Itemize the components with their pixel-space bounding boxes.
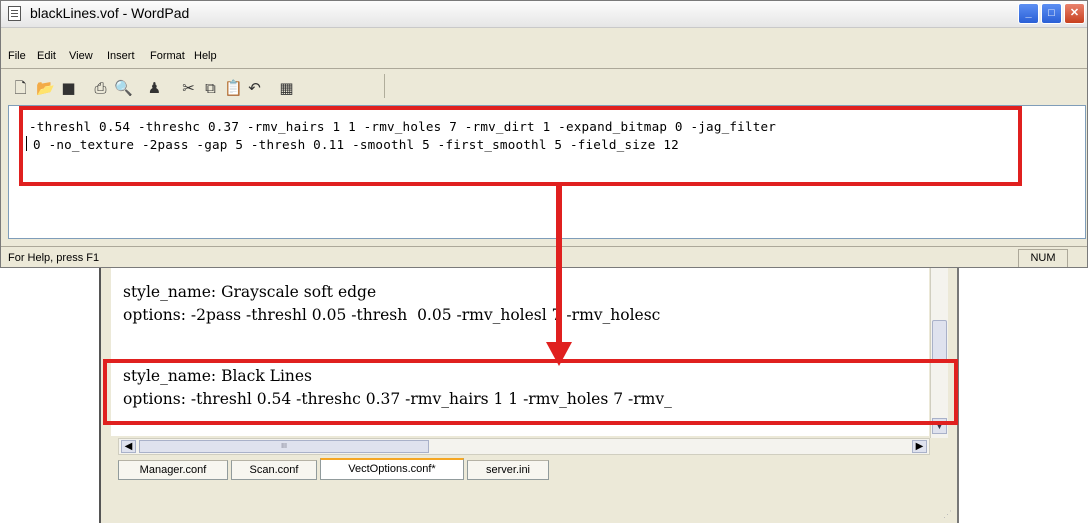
scroll-left-arrow-icon[interactable]: ◀: [121, 440, 136, 453]
minimize-button[interactable]: _: [1018, 3, 1039, 24]
window-title: blackLines.vof - WordPad: [30, 5, 190, 21]
close-icon: ✕: [1069, 7, 1080, 19]
menu-edit[interactable]: Edit: [37, 50, 56, 62]
menu-file[interactable]: File: [8, 50, 26, 62]
copy-icon[interactable]: ⧉: [202, 80, 219, 97]
config-line-4: options: -threshl 0.54 -threshc 0.37 -rm…: [123, 390, 672, 408]
paste-icon[interactable]: 📋: [224, 80, 243, 97]
open-icon[interactable]: 📂: [36, 80, 55, 97]
tab-server-ini[interactable]: server.ini: [467, 460, 549, 480]
menu-insert[interactable]: Insert: [107, 50, 135, 62]
horizontal-scrollbar[interactable]: ◀ III ▶: [118, 438, 930, 455]
tab-scan-conf[interactable]: Scan.conf: [231, 460, 317, 480]
scroll-down-arrow-icon[interactable]: ▼: [932, 418, 947, 434]
print-preview-icon[interactable]: 🔍: [114, 80, 133, 97]
title-bar: blackLines.vof - WordPad _ □ ✕: [0, 0, 1088, 28]
tab-manager-conf[interactable]: Manager.conf: [118, 460, 228, 480]
minimize-icon: _: [1025, 7, 1032, 19]
editor-line-1: -threshl 0.54 -threshc 0.37 -rmv_hairs 1…: [29, 119, 777, 134]
wordpad-app-icon: [8, 6, 21, 21]
toolbar-group: 🗋 📂 ■ ⎙ 🔍 ♟ ✂ ⧉ 📋 ↶ ▦: [4, 74, 385, 98]
new-icon[interactable]: 🗋: [12, 80, 29, 97]
find-icon[interactable]: ♟: [146, 80, 163, 97]
vertical-scroll-thumb[interactable]: [932, 320, 947, 362]
num-lock-indicator: NUM: [1018, 249, 1068, 268]
toolbar: 🗋 📂 ■ ⎙ 🔍 ♟ ✂ ⧉ 📋 ↶ ▦: [0, 70, 1088, 100]
document-editor[interactable]: -threshl 0.54 -threshc 0.37 -rmv_hairs 1…: [8, 105, 1086, 239]
annotation-arrow-line: [556, 183, 562, 348]
vertical-scrollbar[interactable]: ▼: [930, 268, 948, 438]
date-time-icon[interactable]: ▦: [278, 80, 295, 97]
config-line-3: style_name: Black Lines: [123, 367, 313, 385]
config-line-2: options: -2pass -threshl 0.05 -thresh 0.…: [123, 306, 661, 324]
horizontal-scroll-thumb[interactable]: III: [139, 440, 429, 453]
menu-bar: File Edit View Insert Format Help: [0, 46, 1088, 68]
status-help-text: For Help, press F1: [8, 252, 100, 264]
scroll-right-arrow-icon[interactable]: ▶: [912, 440, 927, 453]
menu-format[interactable]: Format: [150, 50, 185, 62]
config-line-1: style_name: Grayscale soft edge: [123, 283, 377, 301]
menu-view[interactable]: View: [69, 50, 93, 62]
editor-line-2: 0 -no_texture -2pass -gap 5 -thresh 0.11…: [33, 137, 679, 152]
close-button[interactable]: ✕: [1064, 3, 1085, 24]
cut-icon[interactable]: ✂: [180, 80, 197, 97]
maximize-icon: □: [1048, 7, 1055, 19]
annotation-arrow-head-icon: [546, 342, 572, 366]
undo-icon[interactable]: ↶: [246, 80, 263, 97]
save-icon[interactable]: ■: [60, 80, 77, 97]
status-bar: For Help, press F1 NUM: [0, 246, 1088, 269]
tab-vectoptions-conf[interactable]: VectOptions.conf*: [320, 458, 464, 480]
maximize-button[interactable]: □: [1041, 3, 1062, 24]
resize-grip-icon[interactable]: ⋰: [943, 509, 953, 519]
wordpad-window: blackLines.vof - WordPad _ □ ✕ File Edit…: [0, 0, 1088, 268]
text-caret: [26, 136, 27, 151]
menu-separator: [0, 68, 1088, 69]
config-text-area[interactable]: style_name: Grayscale soft edge options:…: [111, 268, 929, 436]
menu-help[interactable]: Help: [194, 50, 217, 62]
config-editor-window: style_name: Grayscale soft edge options:…: [99, 268, 959, 523]
print-icon[interactable]: ⎙: [92, 80, 109, 97]
